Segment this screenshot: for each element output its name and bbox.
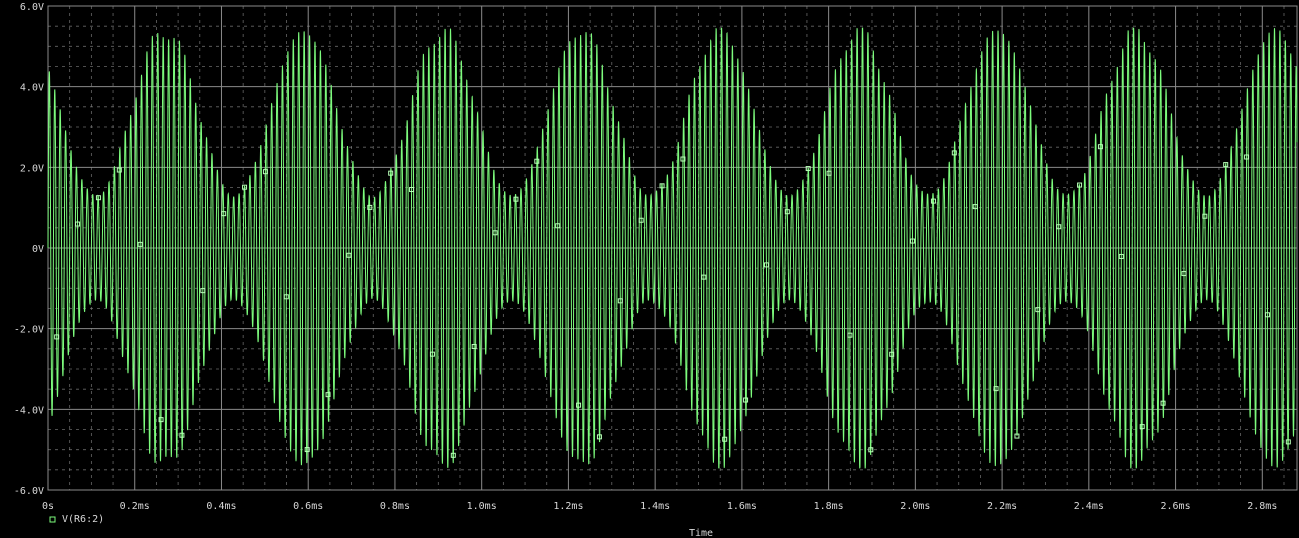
x-tick-label: 0.2ms: [120, 501, 150, 512]
y-tick-label: 4.0V: [20, 83, 44, 94]
x-axis-ticks: 0s 0.2ms 0.4ms 0.6ms 0.8ms 1.0ms 1.2ms 1.4ms 1.6…: [42, 501, 1277, 512]
x-tick-label: 0.4ms: [206, 501, 236, 512]
x-tick-label: 2.4ms: [1074, 501, 1104, 512]
y-tick-label: 2.0V: [20, 163, 44, 174]
x-tick-label: 2.6ms: [1161, 501, 1191, 512]
x-tick-label: 1.4ms: [640, 501, 670, 512]
x-tick-label: 2.8ms: [1247, 501, 1277, 512]
waveform-chart: 6.0V 4.0V 2.0V 0V -2.0V -4.0V -6.0V 0s 0.2ms 0.4…: [14, 2, 1298, 538]
y-tick-label: 0V: [32, 244, 44, 255]
y-axis-ticks: 6.0V 4.0V 2.0V 0V -2.0V -4.0V -6.0V: [14, 2, 44, 497]
x-tick-label: 0.6ms: [293, 501, 323, 512]
x-tick-label: 0.8ms: [380, 501, 410, 512]
x-tick-label: 2.2ms: [987, 501, 1017, 512]
y-tick-label: 6.0V: [20, 2, 44, 13]
x-tick-label: 0s: [42, 501, 54, 512]
x-tick-label: 1.6ms: [727, 501, 757, 512]
x-tick-label: 2.0ms: [900, 501, 930, 512]
y-tick-label: -2.0V: [14, 325, 44, 336]
x-tick-label: 1.0ms: [467, 501, 497, 512]
legend-marker-square: [49, 516, 56, 523]
x-tick-label: 1.2ms: [553, 501, 583, 512]
legend-label-v-r6-2: V(R6:2): [62, 514, 104, 525]
y-tick-label: -6.0V: [14, 486, 44, 497]
y-tick-label: -4.0V: [14, 405, 44, 416]
x-axis-title: Time: [689, 528, 713, 538]
x-tick-label: 1.8ms: [814, 501, 844, 512]
